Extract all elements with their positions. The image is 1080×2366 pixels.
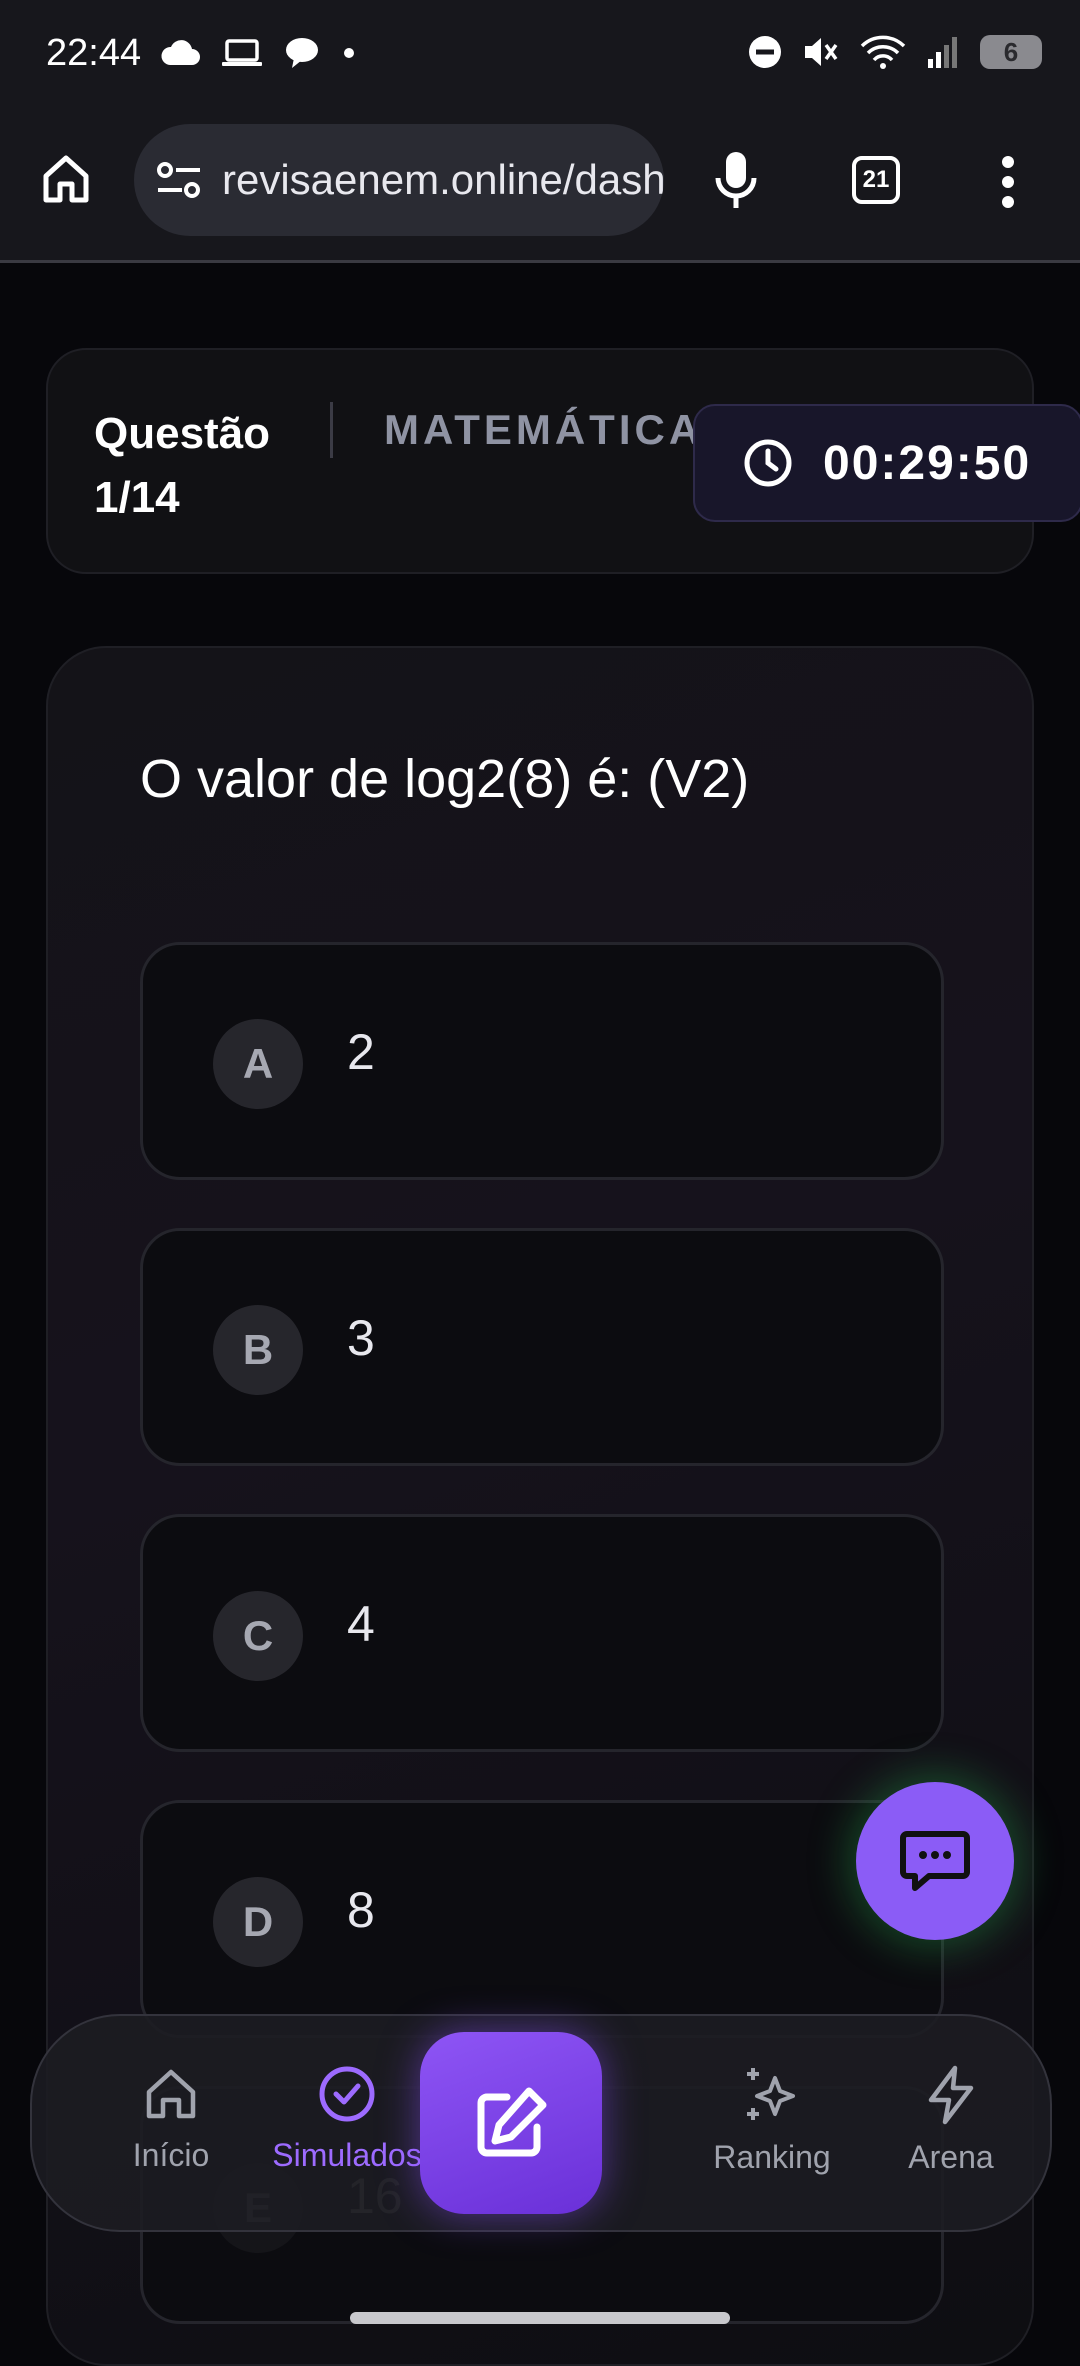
site-settings-icon[interactable]: [156, 160, 202, 200]
cloud-icon: [161, 40, 200, 65]
status-bar: 22:44 6: [0, 0, 1080, 110]
subject-label: MATEMÁTICA: [384, 406, 704, 453]
option-text: 3: [347, 1310, 375, 1366]
option-letter: D: [213, 1877, 303, 1967]
browser-toolbar: revisaenem.online/dashboard 21: [0, 110, 1080, 263]
tab-switcher-button[interactable]: 21: [852, 156, 900, 204]
option-text: 8: [347, 1882, 375, 1938]
header-divider: [330, 402, 333, 458]
timer-text: 00:29:50: [823, 436, 1032, 490]
clock-icon: [744, 439, 792, 487]
mic-icon[interactable]: [712, 150, 760, 212]
dot-icon: [344, 48, 354, 58]
sparkles-icon: [747, 2068, 795, 2120]
check-circle-icon: [319, 2066, 375, 2122]
status-time: 22:44: [46, 32, 142, 74]
timer-badge: 00:29:50: [693, 404, 1080, 522]
option-a[interactable]: A 2: [140, 942, 944, 1180]
battery-indicator: 6: [980, 35, 1042, 69]
home-icon[interactable]: [38, 150, 94, 206]
url-text[interactable]: revisaenem.online/dashboard: [222, 156, 664, 204]
home-indicator[interactable]: [350, 2312, 730, 2324]
home-icon: [146, 2069, 196, 2119]
option-c[interactable]: C 4: [140, 1514, 944, 1752]
option-d[interactable]: D 8: [140, 1800, 944, 2038]
laptop-icon: [222, 39, 262, 66]
nav-inicio[interactable]: Início: [78, 2064, 264, 2174]
mute-icon: [805, 38, 838, 66]
question-text: O valor de log2(8) é: (V2): [140, 749, 750, 809]
chat-button[interactable]: [856, 1782, 1014, 1940]
nav-label: Início: [132, 2137, 210, 2173]
signal-icon: [928, 37, 957, 68]
option-letter: C: [213, 1591, 303, 1681]
chat-icon: [900, 1831, 970, 1891]
question-label: Questão: [94, 409, 271, 458]
status-left-icons: [160, 36, 356, 70]
new-quiz-button[interactable]: [420, 2032, 602, 2214]
question-progress: 1/14: [94, 473, 180, 522]
nav-label: Simulados: [272, 2137, 422, 2173]
nav-label: Arena: [908, 2139, 994, 2175]
lightning-icon: [928, 2065, 974, 2125]
option-text: 2: [347, 1024, 375, 1080]
chat-bubble-icon: [286, 38, 318, 68]
option-letter: B: [213, 1305, 303, 1395]
nav-simulados[interactable]: Simulados: [264, 2064, 430, 2174]
edit-icon: [477, 2087, 547, 2157]
status-right-icons: 6: [748, 34, 1042, 70]
wifi-icon: [860, 35, 906, 69]
nav-label: Ranking: [713, 2139, 831, 2175]
more-vert-icon[interactable]: [998, 152, 1018, 212]
option-text: 4: [347, 1596, 375, 1652]
question-counter: Questão 1/14: [94, 402, 270, 530]
dnd-icon: [749, 36, 781, 68]
nav-ranking[interactable]: Ranking: [672, 2064, 872, 2176]
url-bar[interactable]: revisaenem.online/dashboard: [134, 124, 664, 236]
option-letter: A: [213, 1019, 303, 1109]
option-b[interactable]: B 3: [140, 1228, 944, 1466]
nav-arena[interactable]: Arena: [868, 2064, 1034, 2176]
